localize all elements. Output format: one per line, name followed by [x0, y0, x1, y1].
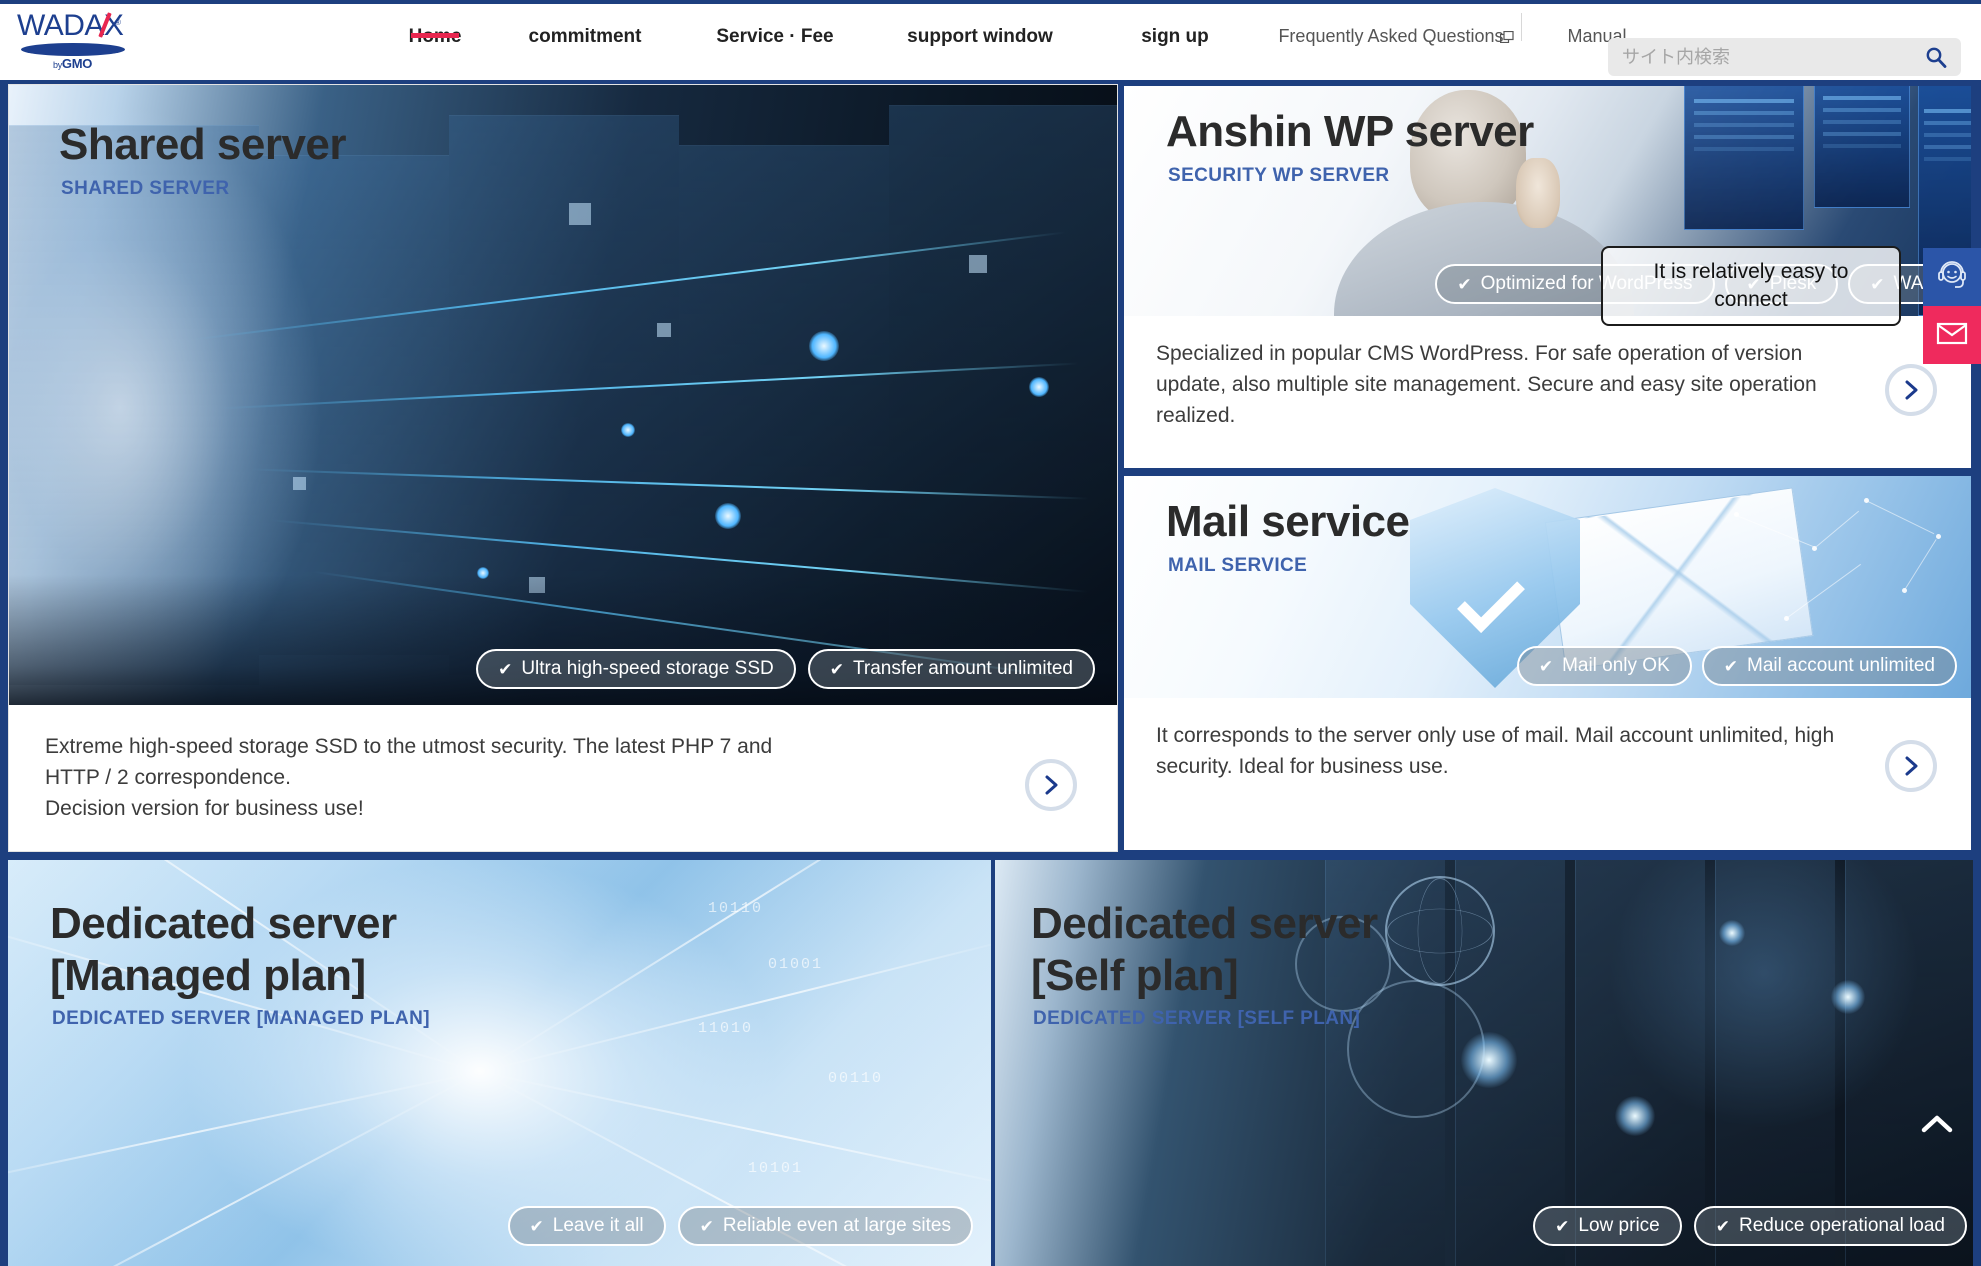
search-input[interactable] — [1622, 46, 1925, 68]
card-ded-self-media: Dedicated server [Self plan] DEDICATED S… — [995, 860, 1981, 1266]
card-mail-body: It corresponds to the server only use of… — [1124, 698, 1971, 802]
check-icon: ✔ — [699, 1216, 714, 1236]
badge: ✔ Mail account unlimited — [1701, 646, 1957, 686]
card-mail-title: Mail service — [1166, 497, 1410, 546]
card-shared-body: Extreme high-speed storage SSD to the ut… — [9, 705, 1117, 846]
active-nav-underline — [411, 33, 459, 38]
card-ded-self-subtitle: DEDICATED SERVER [SELF PLAN] — [1033, 1008, 1361, 1029]
badge-label: Transfer amount unlimited — [852, 658, 1073, 679]
badge-label: Low price — [1578, 1215, 1660, 1236]
badge: ✔ Leave it all — [507, 1206, 666, 1246]
card-shared-badges: ✔ Ultra high-speed storage SSD ✔ Transfe… — [476, 649, 1095, 689]
card-mail-badges: ✔ Mail only OK ✔ Mail account unlimited — [1516, 646, 1957, 686]
check-icon: ✔ — [529, 1216, 544, 1236]
card-ded-managed-media: 10110 01001 11010 00110 10101 Dedicated … — [8, 860, 991, 1266]
card-shared-media: Shared server SHARED SERVER ✔ Ultra high… — [9, 85, 1117, 705]
badge-label: Ultra high-speed storage SSD — [521, 658, 774, 679]
badge: ✔ Transfer amount unlimited — [807, 649, 1095, 689]
chevron-up-icon — [1920, 1111, 1954, 1142]
logo-gmo-tagline: byGMO — [53, 56, 92, 71]
search-icon[interactable] — [1925, 46, 1947, 68]
check-icon: ✔ — [1538, 656, 1554, 676]
card-shared-title: Shared server — [59, 120, 347, 169]
card-mail-more-button[interactable] — [1885, 740, 1937, 792]
nav-item-faq[interactable]: Frequently Asked Questions — [1260, 4, 1522, 47]
card-mail-description: It corresponds to the server only use of… — [1156, 724, 1835, 778]
logo-by-text: by — [53, 60, 62, 70]
nav-item-sign-up[interactable]: sign up — [1090, 4, 1260, 48]
page-root: WADAX ® byGMO Home commitment Service · … — [0, 0, 1981, 1266]
nav-item-home[interactable]: Home — [380, 4, 490, 48]
envelope-icon — [1935, 316, 1969, 355]
check-icon: ✔ — [829, 659, 844, 679]
badge-label: Leave it all — [552, 1215, 644, 1236]
support-chat-button[interactable] — [1923, 248, 1981, 306]
scroll-to-top-button[interactable] — [1909, 1098, 1965, 1154]
badge: ✔ Ultra high-speed storage SSD — [476, 649, 796, 689]
hover-tooltip: It is relatively easy to connect — [1601, 246, 1901, 326]
card-wp-subtitle: SECURITY WP SERVER — [1168, 165, 1390, 186]
check-icon: ✔ — [1555, 1216, 1570, 1236]
nav-label: support window — [907, 26, 1053, 47]
card-wp-description: Specialized in popular CMS WordPress. Fo… — [1156, 342, 1817, 427]
card-shared-server[interactable]: Shared server SHARED SERVER ✔ Ultra high… — [8, 84, 1118, 852]
nav-item-service-fee[interactable]: Service · Fee — [680, 4, 870, 48]
nav-label: Service · Fee — [716, 26, 834, 47]
nav-item-support-window[interactable]: support window — [870, 4, 1090, 48]
card-wp-more-button[interactable] — [1885, 364, 1937, 416]
card-ded-self-badges: ✔ Low price ✔ Reduce operational load — [1533, 1206, 1967, 1246]
logo-gmo-text: GMO — [61, 56, 93, 71]
card-mail-subtitle: MAIL SERVICE — [1168, 555, 1308, 576]
card-ded-managed-badges: ✔ Leave it all ✔ Reliable even at large … — [507, 1206, 973, 1246]
badge-label: Reliable even at large sites — [722, 1215, 951, 1236]
contact-mail-button[interactable] — [1923, 306, 1981, 364]
nav-label: Frequently Asked Questions — [1278, 26, 1504, 46]
badge: ✔ Low price — [1533, 1206, 1682, 1246]
card-ded-managed-subtitle: DEDICATED SERVER [MANAGED PLAN] — [52, 1008, 430, 1029]
check-icon: ✔ — [498, 659, 513, 679]
badge-label: Reduce operational load — [1739, 1215, 1945, 1236]
primary-navigation: Home commitment Service · Fee support wi… — [380, 4, 1672, 80]
card-wp-body: Specialized in popular CMS WordPress. Fo… — [1124, 316, 1971, 451]
badge: ✔ Reliable even at large sites — [677, 1206, 973, 1246]
check-icon: ✔ — [1723, 656, 1739, 676]
nav-item-commitment[interactable]: commitment — [490, 4, 680, 48]
nav-label: sign up — [1141, 26, 1209, 47]
external-link-icon — [1499, 27, 1514, 44]
headset-operator-icon — [1935, 258, 1969, 297]
nav-label: commitment — [528, 26, 642, 47]
floating-side-buttons — [1923, 248, 1981, 364]
check-icon: ✔ — [1457, 274, 1472, 294]
badge-label: Mail account unlimited — [1747, 655, 1935, 676]
card-shared-more-button[interactable] — [1025, 759, 1077, 811]
logo-ellipse-shape — [21, 43, 125, 56]
card-mail-media: Mail service MAIL SERVICE ✔ Mail only OK… — [1124, 476, 1971, 698]
card-dedicated-server-self[interactable]: Dedicated server [Self plan] DEDICATED S… — [995, 860, 1981, 1266]
card-shared-description: Extreme high-speed storage SSD to the ut… — [45, 735, 773, 820]
site-header: WADAX ® byGMO Home commitment Service · … — [0, 0, 1981, 80]
wadax-logo[interactable]: WADAX ® byGMO — [17, 10, 135, 72]
check-icon: ✔ — [1715, 1216, 1730, 1236]
card-ded-managed-title: Dedicated server [Managed plan] — [50, 899, 397, 1000]
card-dedicated-server-managed[interactable]: 10110 01001 11010 00110 10101 Dedicated … — [8, 860, 991, 1266]
card-wp-title: Anshin WP server — [1166, 107, 1534, 156]
card-mail-service[interactable]: Mail service MAIL SERVICE ✔ Mail only OK… — [1122, 474, 1973, 852]
badge: ✔ Mail only OK — [1516, 646, 1692, 686]
site-search[interactable] — [1608, 38, 1961, 76]
badge: ✔ Reduce operational load — [1693, 1206, 1967, 1246]
logo-registered-mark: ® — [115, 18, 121, 27]
card-ded-self-title: Dedicated server [Self plan] — [1031, 899, 1378, 1000]
page-left-edge — [0, 80, 8, 1266]
badge-label: Mail only OK — [1562, 655, 1670, 676]
card-shared-subtitle: SHARED SERVER — [61, 178, 230, 199]
